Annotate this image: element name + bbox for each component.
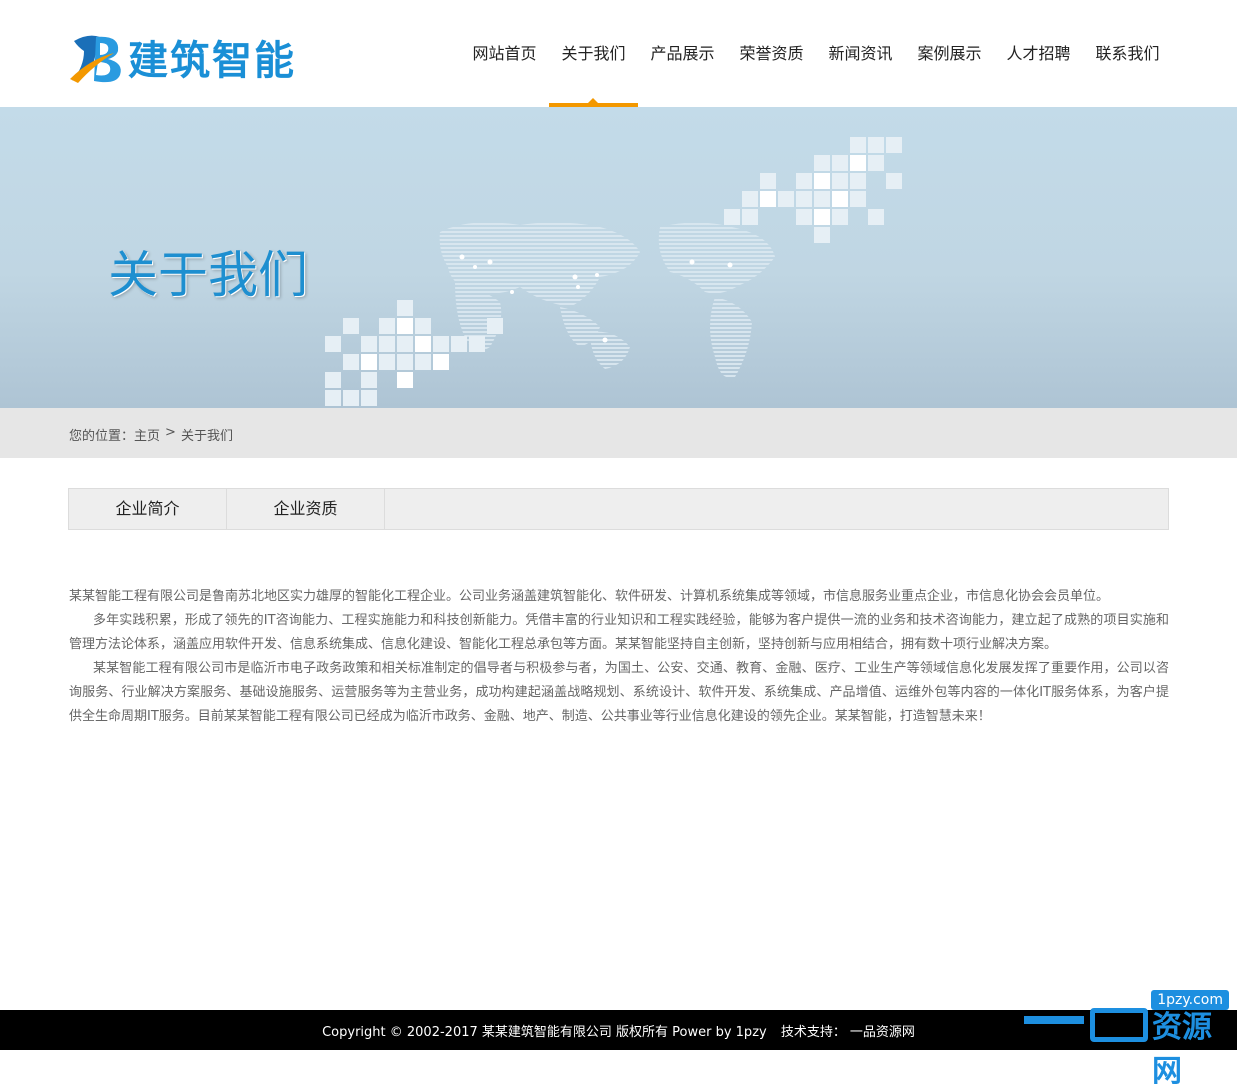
nav-item-honors[interactable]: 荣誉资质 <box>727 0 816 107</box>
nav-item-about[interactable]: 关于我们 <box>549 0 638 107</box>
breadcrumb-bar: 您的位置： 主页 > 关于我们 <box>0 408 1237 458</box>
nav-item-products[interactable]: 产品展示 <box>638 0 727 107</box>
content-paragraph: 多年实践积累，形成了领先的IT咨询能力、工程实施能力和科技创新能力。凭借丰富的行… <box>69 613 1169 652</box>
footer-support-label: 技术支持： <box>780 1025 846 1040</box>
sub-nav-tabs: 企业简介 企业资质 <box>68 488 1169 530</box>
tab-company-qualification[interactable]: 企业资质 <box>227 489 385 529</box>
breadcrumb-current: 关于我们 <box>180 429 233 444</box>
content-paragraph: 某某智能工程有限公司是鲁南苏北地区实力雄厚的智能化工程企业。公司业务涵盖建筑智能… <box>69 589 1110 604</box>
nav-label: 关于我们 <box>561 44 626 63</box>
watermark-logo: 1pzy.com 资源网 <box>1020 988 1235 1089</box>
about-content: 某某智能工程有限公司是鲁南苏北地区实力雄厚的智能化工程企业。公司业务涵盖建筑智能… <box>69 585 1169 729</box>
watermark-text: 资源网 <box>1152 1010 1212 1089</box>
breadcrumb-separator: > <box>165 425 176 440</box>
nav-label: 联系我们 <box>1095 44 1160 63</box>
content-paragraph: 某某智能工程有限公司市是临沂市电子政务政策和相关标准制定的倡导者与积极参与者，为… <box>69 661 1169 724</box>
logo-text: 建筑智能 <box>128 38 296 84</box>
logo-b-icon <box>70 29 128 85</box>
main-nav: 网站首页 关于我们 产品展示 荣誉资质 新闻资讯 案例展示 人才招聘 联系我们 <box>460 0 1172 107</box>
nav-item-home[interactable]: 网站首页 <box>460 0 549 107</box>
footer-copyright: Copyright © 2002-2017 某某建筑智能有限公司 版权所有 Po… <box>322 1025 767 1040</box>
page-banner: 关于我们 <box>0 107 1237 408</box>
nav-label: 网站首页 <box>472 44 537 63</box>
watermark-bar-icon <box>1024 1016 1084 1024</box>
breadcrumb: 您的位置： 主页 > 关于我们 <box>69 425 233 444</box>
nav-label: 新闻资讯 <box>828 44 893 63</box>
nav-label: 荣誉资质 <box>739 44 804 63</box>
nav-label: 人才招聘 <box>1006 44 1071 63</box>
site-header: 建筑智能 网站首页 关于我们 产品展示 荣誉资质 新闻资讯 案例展示 人才招聘 … <box>0 0 1237 107</box>
site-logo[interactable]: 建筑智能 <box>70 28 325 86</box>
nav-item-jobs[interactable]: 人才招聘 <box>994 0 1083 107</box>
nav-label: 产品展示 <box>650 44 715 63</box>
breadcrumb-prefix: 您的位置： <box>69 429 135 444</box>
nav-item-contact[interactable]: 联系我们 <box>1083 0 1172 107</box>
nav-label: 案例展示 <box>917 44 982 63</box>
watermark-box-icon <box>1090 1008 1148 1042</box>
tab-company-profile[interactable]: 企业简介 <box>69 489 227 529</box>
footer-support-link[interactable]: 一品资源网 <box>850 1025 915 1040</box>
breadcrumb-home-link[interactable]: 主页 <box>134 425 160 444</box>
banner-title: 关于我们 <box>108 246 308 304</box>
nav-item-news[interactable]: 新闻资讯 <box>816 0 905 107</box>
nav-item-cases[interactable]: 案例展示 <box>905 0 994 107</box>
